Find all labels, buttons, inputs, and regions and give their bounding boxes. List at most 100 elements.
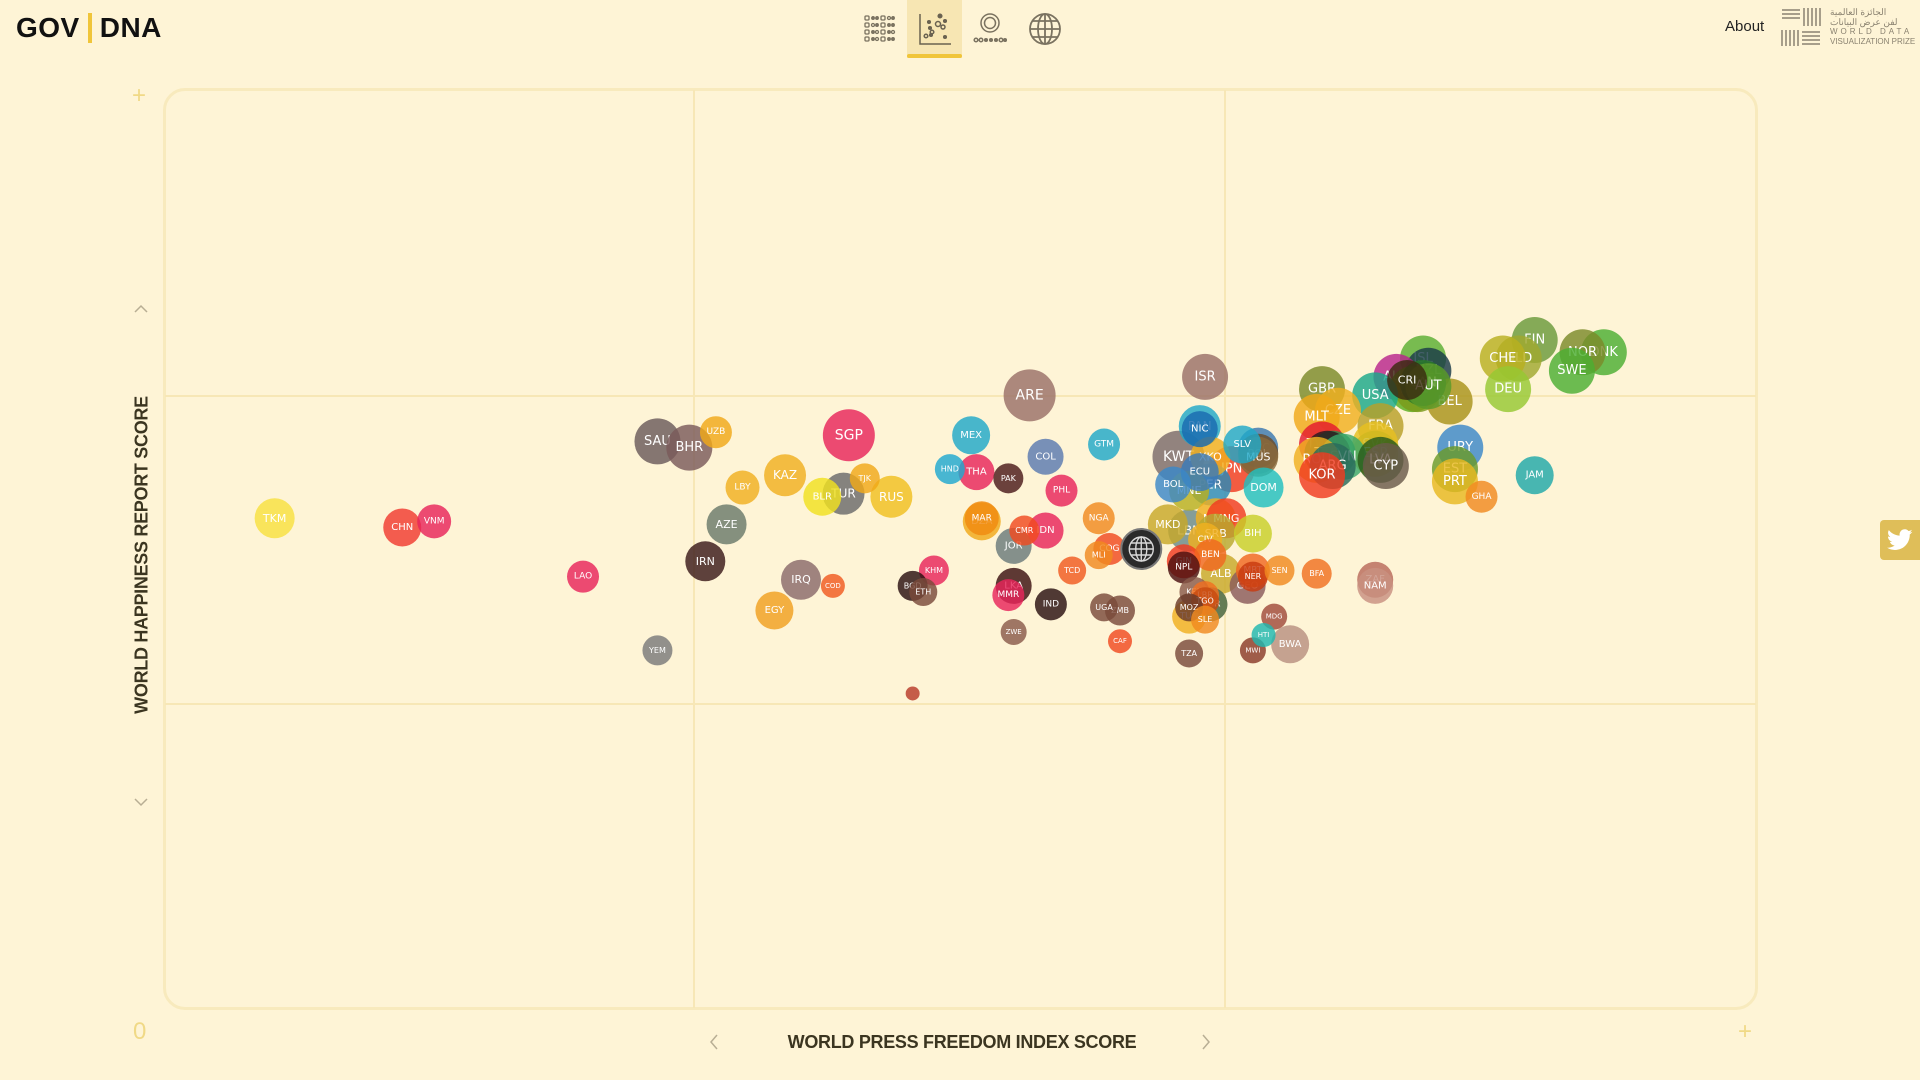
twitter-share-button[interactable] bbox=[1880, 520, 1920, 560]
bubble-dom[interactable]: DOM bbox=[1243, 467, 1284, 508]
bubble-label: KHM bbox=[925, 566, 943, 575]
bubble-aze[interactable]: AZE bbox=[706, 504, 747, 545]
bubble-ssd[interactable] bbox=[905, 686, 920, 701]
bubble-label: USA bbox=[1362, 388, 1389, 403]
bubble-pak[interactable]: PAK bbox=[993, 463, 1024, 494]
bubble-chn[interactable]: CHN bbox=[383, 508, 422, 547]
bubble-mex[interactable]: MEX bbox=[952, 416, 991, 455]
bubble-uzb[interactable]: UZB bbox=[699, 416, 732, 449]
bubble-lao[interactable]: LAO bbox=[567, 560, 600, 593]
bubble-tcd[interactable]: TCD bbox=[1058, 556, 1087, 585]
bubble-ner[interactable]: NER bbox=[1237, 561, 1268, 592]
bubble-label: BWA bbox=[1279, 639, 1302, 650]
bubble-label: IND bbox=[1043, 599, 1059, 609]
bubble-label: ETH bbox=[915, 588, 931, 597]
bubble-label: PRT bbox=[1443, 474, 1467, 489]
bubble-jam[interactable]: JAM bbox=[1515, 456, 1554, 495]
bubble-chart: AREKWTSGPFINDNKNORSWENLDCHEDEUISLNZLAUSL… bbox=[254, 317, 1627, 701]
bubble-are[interactable]: ARE bbox=[1003, 369, 1056, 422]
bubble-gtm[interactable]: GTM bbox=[1088, 428, 1121, 461]
bubble-cri[interactable]: CRI bbox=[1387, 359, 1428, 400]
bubble-cmr[interactable]: CMR bbox=[1009, 515, 1040, 546]
bubble-swe[interactable]: SWE bbox=[1548, 347, 1595, 394]
bubble-yem[interactable]: YEM bbox=[642, 635, 673, 666]
bubble-label: IRN bbox=[696, 555, 715, 568]
bubble-irn[interactable]: IRN bbox=[685, 541, 726, 582]
bubble-label: CYP bbox=[1374, 459, 1399, 474]
bubble-label: GTM bbox=[1094, 440, 1114, 450]
bubble-label: LBY bbox=[734, 483, 751, 493]
bubble-tjk[interactable]: TJK bbox=[849, 463, 880, 494]
bubble-ind[interactable]: IND bbox=[1034, 588, 1067, 621]
bubble-sen[interactable]: SEN bbox=[1264, 555, 1295, 586]
bubble-eth[interactable]: ETH bbox=[909, 578, 938, 607]
bubble-blr[interactable]: BLR bbox=[803, 477, 842, 516]
bubble-cyp[interactable]: CYP bbox=[1362, 443, 1409, 490]
bubble-label: KOR bbox=[1308, 468, 1335, 483]
bubble-bol[interactable]: BOL bbox=[1155, 466, 1192, 503]
bubble-label: BOL bbox=[1163, 479, 1184, 490]
bubble-label: NGA bbox=[1089, 513, 1110, 523]
bubble-label: SLV bbox=[1233, 439, 1251, 450]
bubble-label: MKD bbox=[1155, 518, 1180, 531]
bubble-sle[interactable]: SLE bbox=[1191, 605, 1220, 634]
bubble-label: DEU bbox=[1494, 382, 1522, 397]
world-average-marker[interactable] bbox=[1120, 528, 1163, 570]
bubble-vnm[interactable]: VNM bbox=[417, 504, 452, 539]
bubble-label: NIC bbox=[1191, 424, 1208, 435]
bubble-label: MEX bbox=[960, 430, 982, 441]
bubble-slv[interactable]: SLV bbox=[1223, 425, 1262, 464]
bubble-bwa[interactable]: BWA bbox=[1271, 625, 1310, 664]
bubble-zwe[interactable]: ZWE bbox=[1000, 618, 1027, 645]
bubble-label: BFA bbox=[1309, 569, 1324, 578]
bubble-hnd[interactable]: HND bbox=[934, 454, 965, 485]
bubble-label: AZE bbox=[716, 518, 738, 531]
bubble-label: MLI bbox=[1092, 551, 1106, 560]
bubble-egy[interactable]: EGY bbox=[755, 591, 794, 630]
bubble-circle[interactable] bbox=[905, 686, 920, 701]
bubble-label: THA bbox=[965, 467, 987, 478]
bubble-caf[interactable]: CAF bbox=[1108, 629, 1132, 654]
bubble-deu[interactable]: DEU bbox=[1485, 366, 1532, 413]
bubble-label: RUS bbox=[879, 490, 904, 504]
bubble-label: MDG bbox=[1266, 613, 1283, 621]
bubble-label: ZWE bbox=[1006, 628, 1022, 636]
bubble-hti[interactable]: HTI bbox=[1251, 623, 1276, 648]
bubble-label: TKM bbox=[262, 512, 286, 525]
bubble-label: JAM bbox=[1525, 470, 1544, 481]
bubble-nam[interactable]: NAM bbox=[1357, 567, 1394, 604]
bubble-gha[interactable]: GHA bbox=[1465, 480, 1498, 513]
bubble-label: SGP bbox=[835, 427, 863, 443]
bubble-kor[interactable]: KOR bbox=[1299, 452, 1346, 499]
bubble-nga[interactable]: NGA bbox=[1082, 502, 1115, 535]
bubble-label: SEN bbox=[1271, 566, 1287, 575]
bubble-uga[interactable]: UGA bbox=[1090, 593, 1119, 622]
bubble-nic[interactable]: NIC bbox=[1181, 411, 1218, 448]
bubble-label: BLR bbox=[813, 491, 832, 502]
bubble-col[interactable]: COL bbox=[1027, 438, 1064, 475]
bubble-label: EGY bbox=[765, 605, 786, 616]
bubble-lby[interactable]: LBY bbox=[725, 470, 760, 505]
bubble-label: IRQ bbox=[791, 573, 811, 586]
bubble-label: YEM bbox=[648, 646, 666, 655]
bubble-label: BEN bbox=[1201, 550, 1220, 560]
bubble-label: BIH bbox=[1244, 528, 1261, 539]
bubble-cod[interactable]: COD bbox=[820, 573, 845, 598]
bubble-kaz[interactable]: KAZ bbox=[764, 454, 807, 497]
bubble-label: ECU bbox=[1189, 467, 1210, 478]
bubble-mar[interactable]: MAR bbox=[964, 501, 999, 536]
bubble-label: NER bbox=[1245, 572, 1262, 581]
bubble-tza[interactable]: TZA bbox=[1175, 639, 1204, 668]
bubble-bih[interactable]: BIH bbox=[1233, 514, 1272, 553]
bubble-isr[interactable]: ISR bbox=[1182, 353, 1229, 400]
bubble-label: CMR bbox=[1015, 526, 1033, 535]
bubble-tkm[interactable]: TKM bbox=[254, 498, 295, 539]
bubble-sgp[interactable]: SGP bbox=[822, 409, 875, 462]
bubble-label: TJK bbox=[858, 474, 872, 483]
bubble-mmr[interactable]: MMR bbox=[992, 579, 1025, 612]
bubble-bfa[interactable]: BFA bbox=[1301, 558, 1332, 589]
bubble-irq[interactable]: IRQ bbox=[781, 559, 821, 600]
bubble-label: CRI bbox=[1398, 373, 1417, 386]
bubble-mli[interactable]: MLI bbox=[1084, 541, 1113, 570]
bubble-phl[interactable]: PHL bbox=[1045, 474, 1078, 507]
